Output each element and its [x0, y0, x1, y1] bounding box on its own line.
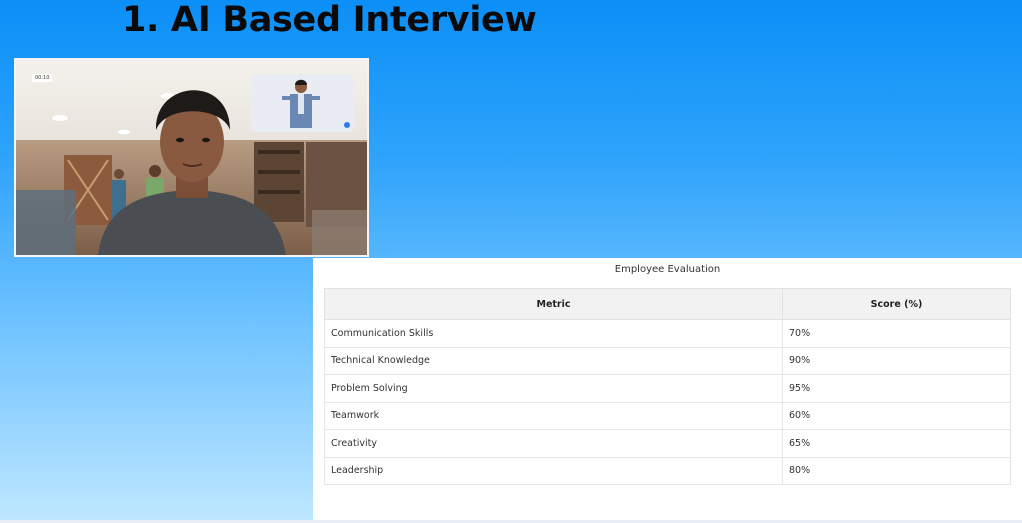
- metric-cell: Technical Knowledge: [324, 346, 783, 375]
- interviewer-avatar: [250, 74, 354, 132]
- metric-cell: Problem Solving: [324, 374, 783, 403]
- metric-cell: Communication Skills: [324, 319, 783, 348]
- score-cell: 60%: [782, 401, 1011, 430]
- interviewer-picture-in-picture[interactable]: [250, 74, 354, 132]
- metric-cell: Teamwork: [324, 401, 783, 430]
- metric-cell: Leadership: [324, 456, 783, 485]
- evaluation-table: Metric Score (%) Communication Skills 70…: [324, 288, 1011, 485]
- score-cell: 65%: [782, 429, 1011, 458]
- table-row: Communication Skills 70%: [324, 319, 1011, 348]
- table-header-row: Metric Score (%): [324, 288, 1011, 320]
- score-cell: 70%: [782, 319, 1011, 348]
- table-row: Problem Solving 95%: [324, 374, 1011, 403]
- score-cell: 80%: [782, 456, 1011, 485]
- recording-timer: 00:10: [32, 74, 53, 82]
- page-title: 1. AI Based Interview: [122, 0, 537, 40]
- score-cell: 95%: [782, 374, 1011, 403]
- evaluation-panel: Employee Evaluation Metric Score (%) Com…: [313, 258, 1022, 523]
- table-row: Teamwork 60%: [324, 401, 1011, 430]
- table-row: Leadership 80%: [324, 456, 1011, 485]
- column-header-metric: Metric: [324, 288, 783, 320]
- interview-video-feed[interactable]: 00:10: [14, 58, 369, 257]
- metric-cell: Creativity: [324, 429, 783, 458]
- evaluation-caption: Employee Evaluation: [614, 264, 721, 275]
- table-row: Creativity 65%: [324, 429, 1011, 458]
- score-cell: 90%: [782, 346, 1011, 375]
- column-header-score: Score (%): [782, 288, 1011, 320]
- record-dot-icon: [344, 122, 350, 128]
- table-row: Technical Knowledge 90%: [324, 346, 1011, 375]
